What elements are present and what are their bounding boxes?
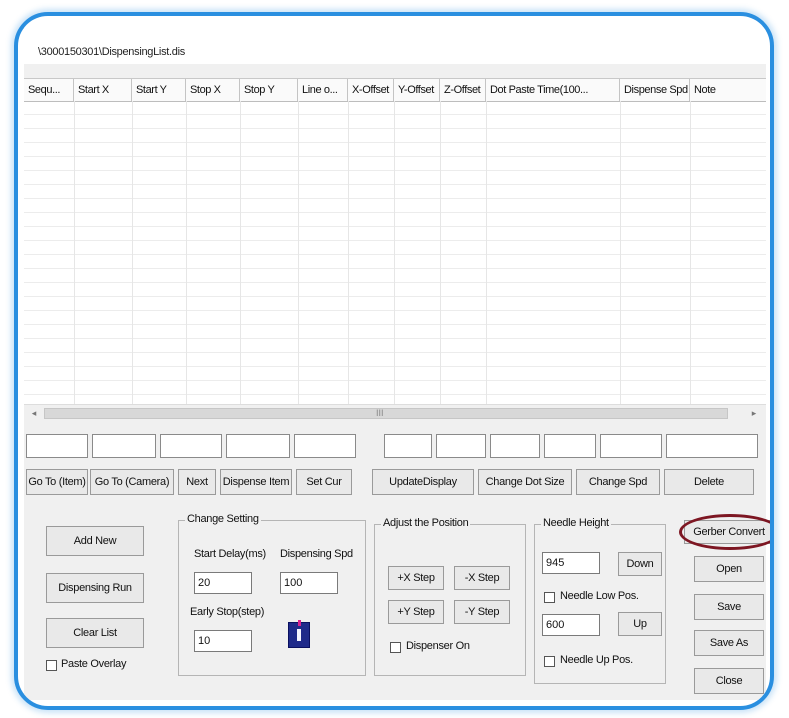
needle-low-pos-label: Needle Low Pos. <box>560 590 639 602</box>
dispenser-on-label: Dispenser On <box>406 640 470 652</box>
highlight-ring <box>679 514 770 550</box>
minus-y-step-button[interactable]: -Y Step <box>454 600 510 624</box>
edit-start-x-input[interactable] <box>92 434 156 458</box>
horizontal-scrollbar[interactable]: ◂ III ▸ <box>24 404 766 422</box>
column-header-z-offset[interactable]: Z-Offset <box>440 79 486 101</box>
change-setting-group: Change Setting <box>178 513 366 676</box>
paste-overlay-label: Paste Overlay <box>61 658 127 670</box>
scrollbar-grip-icon: III <box>376 408 384 418</box>
grid-line <box>240 101 241 405</box>
column-header-start-y[interactable]: Start Y <box>132 79 186 101</box>
dispensing-list-window: \3000150301\DispensingList.dis Sequ... S… <box>24 20 770 700</box>
grid-line <box>74 101 75 405</box>
dispensing-list-table[interactable]: Sequ... Start X Start Y Stop X Stop Y Li… <box>24 78 766 405</box>
next-button[interactable]: Next <box>178 469 216 495</box>
edit-stop-x-input[interactable] <box>226 434 290 458</box>
needle-up-pos-checkbox[interactable] <box>544 656 555 667</box>
grid-line <box>132 101 133 405</box>
title-bar: \3000150301\DispensingList.dis <box>24 20 766 64</box>
edit-z-offset-input[interactable] <box>490 434 540 458</box>
go-to-camera-button[interactable]: Go To (Camera) <box>90 469 174 495</box>
add-new-button[interactable]: Add New <box>46 526 144 556</box>
paste-overlay-checkbox[interactable] <box>46 660 57 671</box>
early-stop-input[interactable]: 10 <box>194 630 252 652</box>
plus-y-step-button[interactable]: +Y Step <box>388 600 444 624</box>
scrollbar-thumb[interactable] <box>44 408 728 419</box>
update-display-button[interactable]: UpdateDisplay <box>372 469 474 495</box>
dispense-item-button[interactable]: Dispense Item <box>220 469 292 495</box>
minus-x-step-button[interactable]: -X Step <box>454 566 510 590</box>
dispensing-spd-input[interactable]: 100 <box>280 572 338 594</box>
column-header-sequence[interactable]: Sequ... <box>24 79 74 101</box>
chip-icon[interactable] <box>288 620 310 648</box>
grid-line <box>690 101 691 405</box>
edit-stop-y-input[interactable] <box>294 434 356 458</box>
column-header-start-x[interactable]: Start X <box>74 79 132 101</box>
window-title: \3000150301\DispensingList.dis <box>38 46 185 58</box>
edit-x-offset-input[interactable] <box>384 434 432 458</box>
screenshot-frame: \3000150301\DispensingList.dis Sequ... S… <box>14 12 774 710</box>
set-cur-button[interactable]: Set Cur <box>296 469 352 495</box>
adjust-position-title: Adjust the Position <box>381 517 471 529</box>
change-dot-size-button[interactable]: Change Dot Size <box>478 469 572 495</box>
needle-down-button[interactable]: Down <box>618 552 662 576</box>
edit-dot-paste-time-input[interactable] <box>544 434 596 458</box>
scroll-left-icon[interactable]: ◂ <box>26 406 42 421</box>
save-button[interactable]: Save <box>694 594 764 620</box>
open-button[interactable]: Open <box>694 556 764 582</box>
column-header-y-offset[interactable]: Y-Offset <box>394 79 440 101</box>
grid-line <box>486 101 487 405</box>
dispensing-spd-label: Dispensing Spd <box>280 548 353 560</box>
plus-x-step-button[interactable]: +X Step <box>388 566 444 590</box>
start-delay-input[interactable]: 20 <box>194 572 252 594</box>
needle-up-button[interactable]: Up <box>618 612 662 636</box>
needle-height-title: Needle Height <box>541 517 611 529</box>
change-setting-title: Change Setting <box>185 513 261 525</box>
grid-line <box>394 101 395 405</box>
edit-note-input[interactable] <box>666 434 758 458</box>
save-as-button[interactable]: Save As <box>694 630 764 656</box>
early-stop-label: Early Stop(step) <box>190 606 265 618</box>
column-header-stop-x[interactable]: Stop X <box>186 79 240 101</box>
dispensing-run-button[interactable]: Dispensing Run <box>46 573 144 603</box>
column-header-note[interactable]: Note <box>690 79 766 101</box>
grid-line <box>440 101 441 405</box>
column-header-stop-y[interactable]: Stop Y <box>240 79 298 101</box>
edit-y-offset-input[interactable] <box>436 434 486 458</box>
close-button[interactable]: Close <box>694 668 764 694</box>
start-delay-label: Start Delay(ms) <box>194 548 266 560</box>
edit-dispense-spd-input[interactable] <box>600 434 662 458</box>
scroll-right-icon[interactable]: ▸ <box>746 406 762 421</box>
delete-button[interactable]: Delete <box>664 469 754 495</box>
go-to-item-button[interactable]: Go To (Item) <box>26 469 88 495</box>
needle-low-pos-checkbox[interactable] <box>544 592 555 603</box>
edit-sequence-input[interactable] <box>26 434 88 458</box>
grid-line <box>186 101 187 405</box>
clear-list-button[interactable]: Clear List <box>46 618 144 648</box>
dispenser-on-checkbox[interactable] <box>390 642 401 653</box>
edit-start-y-input[interactable] <box>160 434 222 458</box>
column-header-x-offset[interactable]: X-Offset <box>348 79 394 101</box>
column-header-dispense-spd[interactable]: Dispense Spd <box>620 79 690 101</box>
needle-up-input[interactable]: 600 <box>542 614 600 636</box>
table-body <box>24 101 766 405</box>
grid-line <box>348 101 349 405</box>
grid-line <box>298 101 299 405</box>
column-header-dot-paste-time[interactable]: Dot Paste Time(100... <box>486 79 620 101</box>
change-spd-button[interactable]: Change Spd <box>576 469 660 495</box>
grid-line <box>620 101 621 405</box>
needle-up-pos-label: Needle Up Pos. <box>560 654 633 666</box>
table-header: Sequ... Start X Start Y Stop X Stop Y Li… <box>24 79 766 102</box>
needle-down-input[interactable]: 945 <box>542 552 600 574</box>
column-header-line[interactable]: Line o... <box>298 79 348 101</box>
